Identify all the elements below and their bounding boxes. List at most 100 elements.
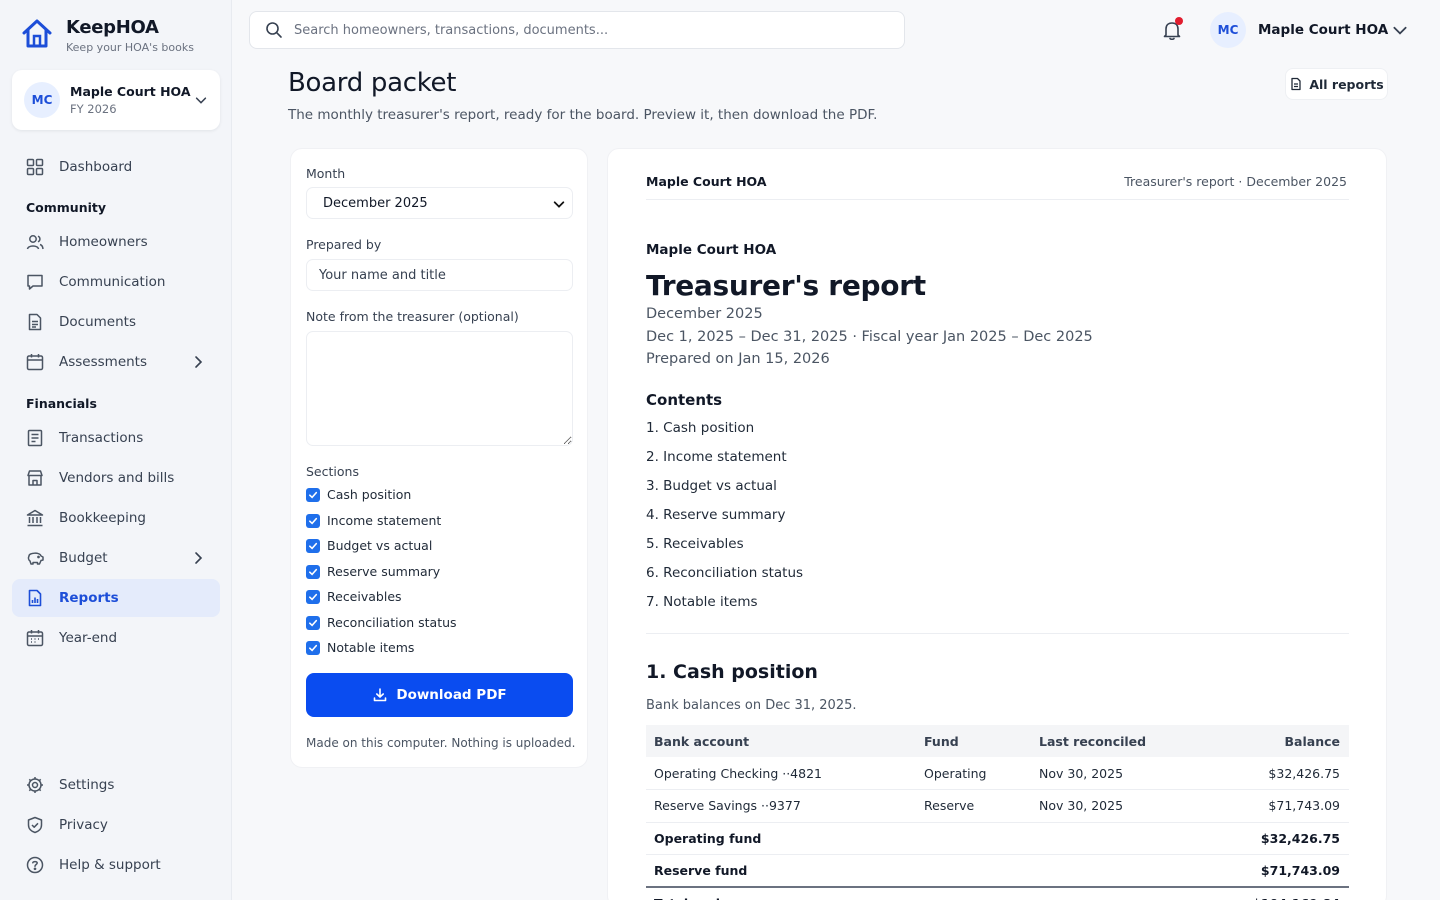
section-label: Notable items	[327, 640, 415, 655]
nav-help[interactable]: Help & support	[12, 846, 220, 884]
nav-dashboard[interactable]: Dashboard	[12, 148, 220, 186]
section-checkbox-reconciliation[interactable]: Reconciliation status	[306, 615, 457, 630]
cash-position-caption: Bank balances on Dec 31, 2025.	[646, 698, 857, 713]
nav-label: Reports	[59, 590, 119, 606]
page-subtitle: The monthly treasurer's report, ready fo…	[288, 107, 878, 123]
table-cell: Reserve Savings ··9377	[646, 789, 916, 823]
section-checkbox-cash[interactable]: Cash position	[306, 487, 411, 502]
nav-label: Assessments	[59, 354, 148, 370]
table-cell: Operating	[916, 757, 1031, 790]
nav-label: Transactions	[59, 430, 144, 446]
nav-label: Help & support	[59, 857, 161, 873]
table-row: Operating Checking ··4821 Operating Nov …	[646, 757, 1349, 790]
toc-item: 6. Reconciliation status	[646, 565, 804, 581]
nav-label: Year-end	[59, 630, 118, 646]
report-title: Treasurer's report	[646, 269, 926, 302]
org-fiscal-year: FY 2026	[70, 102, 117, 116]
piggy-bank-icon	[27, 552, 44, 565]
table-cell	[1031, 886, 1181, 900]
nav-assessments[interactable]: Assessments	[12, 343, 220, 381]
checkbox-checked-icon[interactable]	[306, 564, 320, 579]
org-switcher[interactable]: MC Maple Court HOA FY 2026	[12, 70, 220, 130]
divider	[646, 199, 1349, 200]
all-reports-label: All reports	[1309, 76, 1384, 92]
table-cell: Operating Checking ··4821	[646, 757, 916, 790]
section-checkbox-notable[interactable]: Notable items	[306, 640, 414, 655]
checkbox-checked-icon[interactable]	[306, 513, 320, 528]
column-header: Last reconciled	[1031, 725, 1181, 757]
report-prepared-on: Prepared on Jan 15, 2026	[646, 351, 830, 367]
table-cell: Nov 30, 2025	[1031, 757, 1181, 790]
checkbox-checked-icon[interactable]	[306, 640, 320, 655]
nav-label: Homeowners	[59, 234, 148, 250]
note-label: Note from the treasurer (optional)	[306, 309, 519, 324]
user-name[interactable]: Maple Court HOA	[1258, 22, 1388, 38]
nav-label: Communication	[59, 274, 166, 290]
notification-dot	[1175, 17, 1183, 25]
nav-settings[interactable]: Settings	[12, 766, 220, 804]
nav-vendors[interactable]: Vendors and bills	[12, 459, 220, 497]
receipt-icon	[27, 429, 43, 447]
month-label: Month	[306, 166, 346, 181]
nav-label: Privacy	[59, 817, 108, 833]
table-cell: Operating fund	[646, 822, 916, 855]
section-checkbox-reserve[interactable]: Reserve summary	[306, 564, 440, 579]
nav-privacy[interactable]: Privacy	[12, 806, 220, 844]
table-cell	[916, 854, 1031, 888]
search-icon	[266, 22, 282, 38]
checkbox-checked-icon[interactable]	[306, 487, 320, 502]
download-icon	[374, 688, 387, 702]
checkbox-checked-icon[interactable]	[306, 538, 320, 553]
home-logo-icon	[22, 19, 52, 48]
table-cell	[916, 822, 1031, 855]
checkbox-checked-icon[interactable]	[306, 615, 320, 630]
table-cell: $71,743.09	[1181, 789, 1349, 823]
chevron-down-icon[interactable]	[1391, 21, 1409, 39]
table-row: Reserve Savings ··9377 Reserve Nov 30, 2…	[646, 789, 1349, 823]
nav-communication[interactable]: Communication	[12, 263, 220, 301]
section-checkbox-budget[interactable]: Budget vs actual	[306, 538, 432, 553]
prepared-by-input[interactable]	[306, 259, 573, 291]
brand[interactable]: KeepHOA Keep your HOA's books	[20, 17, 194, 54]
table-cell: Reserve	[916, 789, 1031, 823]
sections-label: Sections	[306, 464, 359, 479]
nav-homeowners[interactable]: Homeowners	[12, 223, 220, 261]
section-checkbox-receivables[interactable]: Receivables	[306, 589, 402, 604]
global-search[interactable]	[249, 11, 905, 49]
nav-documents[interactable]: Documents	[12, 303, 220, 341]
privacy-footnote: Made on this computer. Nothing is upload…	[306, 736, 576, 750]
contents-heading: Contents	[646, 391, 723, 409]
nav-label: Documents	[59, 314, 136, 330]
preview-header-org: Maple Court HOA	[646, 174, 767, 189]
cash-position-heading: 1. Cash position	[646, 661, 818, 683]
nav-label: Budget	[59, 550, 108, 566]
subtotal-row: Operating fund $32,426.75	[646, 822, 1349, 855]
download-pdf-button[interactable]: Download PDF	[306, 673, 573, 717]
help-circle-icon	[26, 856, 44, 874]
treasurer-note-textarea[interactable]	[306, 331, 573, 446]
all-reports-button[interactable]: All reports	[1285, 68, 1388, 100]
toc-item: 5. Receivables	[646, 536, 744, 552]
preview-header-title: Treasurer's report · December 2025	[1124, 174, 1347, 189]
sidebar: KeepHOA Keep your HOA's books MC Maple C…	[0, 0, 232, 900]
table-cell: $32,426.75	[1181, 757, 1349, 790]
checkbox-checked-icon[interactable]	[306, 589, 320, 604]
page-title: Board packet	[288, 68, 457, 98]
search-input[interactable]	[294, 22, 854, 38]
section-checkbox-income[interactable]: Income statement	[306, 513, 441, 528]
nav-budget[interactable]: Budget	[12, 539, 220, 577]
table-cell: Nov 30, 2025	[1031, 789, 1181, 823]
org-name: Maple Court HOA	[70, 84, 191, 99]
report-org: Maple Court HOA	[646, 242, 777, 258]
month-select[interactable]: December 2025	[306, 187, 573, 219]
report-preview: Maple Court HOA Treasurer's report · Dec…	[607, 148, 1387, 900]
toc-item: 7. Notable items	[646, 594, 758, 610]
gear-icon	[27, 777, 43, 793]
user-avatar[interactable]: MC	[1210, 12, 1246, 48]
nav-reports[interactable]: Reports	[12, 579, 220, 617]
nav-year-end[interactable]: Year-end	[12, 619, 220, 657]
nav-bookkeeping[interactable]: Bookkeeping	[12, 499, 220, 537]
brand-name: KeepHOA	[66, 17, 159, 38]
divider	[646, 633, 1349, 634]
nav-transactions[interactable]: Transactions	[12, 419, 220, 457]
